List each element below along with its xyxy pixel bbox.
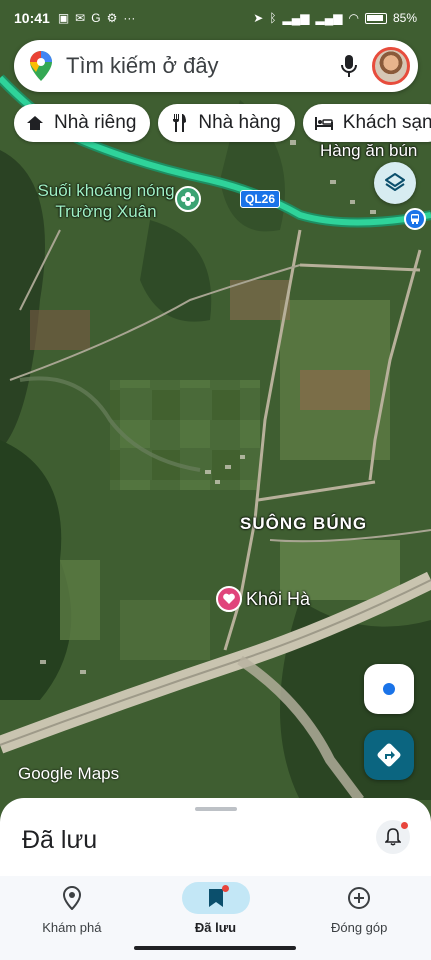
- layers-icon: [385, 173, 405, 191]
- nav-explore-label: Khám phá: [42, 920, 102, 935]
- notification-badge: [401, 822, 408, 829]
- hotel-icon: [313, 112, 335, 134]
- poi-label-suoi-khoang-line1: Suối khoáng nóng: [37, 181, 175, 200]
- system-gesture-bar[interactable]: [134, 946, 296, 950]
- chip-khach-san-label: Khách sạn: [342, 112, 431, 133]
- nav-contribute-label: Đóng góp: [330, 920, 388, 935]
- microphone-icon[interactable]: [332, 49, 366, 83]
- more-icon: ···: [123, 11, 136, 25]
- chip-nha-hang-label: Nhà hàng: [198, 112, 281, 133]
- saved-bottom-sheet[interactable]: Đã lưu: [0, 798, 431, 878]
- nav-contribute[interactable]: Đóng góp: [287, 876, 431, 960]
- nav-explore-icon-wrap: [38, 882, 106, 914]
- map-label-khoi-ha[interactable]: Khôi Hà: [246, 589, 310, 610]
- map-label-hang-an-bun[interactable]: Hàng ăn bún: [320, 141, 417, 161]
- bookmark-icon: [208, 889, 223, 907]
- mail-icon: ✉: [75, 11, 86, 25]
- battery-percent: 85%: [392, 11, 417, 25]
- flower-icon: [181, 192, 195, 206]
- chip-nha-hang[interactable]: Nhà hàng: [158, 104, 295, 142]
- wifi-icon: ◠: [348, 11, 359, 25]
- nav-contribute-icon-wrap: [325, 882, 393, 914]
- profile-avatar[interactable]: [372, 47, 410, 85]
- nav-explore[interactable]: Khám phá: [0, 876, 144, 960]
- my-location-icon: [381, 681, 397, 697]
- sheet-drag-handle[interactable]: [195, 807, 237, 811]
- battery-icon: [364, 12, 387, 24]
- status-notification-icons: ▣ ✉ G ⚙ ···: [58, 11, 136, 25]
- chip-nha-rieng-label: Nhà riêng: [54, 112, 137, 133]
- sheet-title: Đã lưu: [22, 826, 98, 854]
- saved-place-marker[interactable]: [216, 586, 242, 612]
- status-system-icons: ➤ ᛒ ▂▄▆ ▂▄▆ ◠ 85%: [253, 11, 417, 25]
- chip-nha-rieng[interactable]: Nhà riêng: [14, 104, 151, 142]
- map-label-suong-bung-text: SUÔNG BÚNG: [240, 514, 368, 533]
- nav-saved-icon-wrap: [181, 882, 250, 914]
- bus-icon: [411, 214, 419, 224]
- location-pin-icon: [62, 886, 81, 910]
- signal-2-icon: ▂▄▆: [315, 11, 343, 25]
- poi-label-suoi-khoang-line2: Trường Xuân: [55, 202, 157, 221]
- search-bar[interactable]: Tìm kiếm ở đây: [14, 40, 418, 92]
- search-input[interactable]: Tìm kiếm ở đây: [66, 53, 332, 79]
- restaurant-icon: [168, 112, 190, 134]
- nav-saved-badge: [221, 885, 229, 892]
- heart-icon: [223, 593, 235, 604]
- google-maps-logo-icon: [28, 51, 54, 81]
- poi-label-suoi-khoang[interactable]: Suối khoáng nóng Trường Xuân: [26, 180, 186, 222]
- google-icon: G: [91, 11, 101, 25]
- category-chips: Nhà riêng Nhà hàng Khách sạn: [14, 104, 431, 142]
- signal-icon: ▂▄▆: [282, 11, 310, 25]
- home-icon: [24, 112, 46, 134]
- road-shield-ql26: QL26: [240, 190, 281, 208]
- status-bar: 10:41 ▣ ✉ G ⚙ ··· ➤ ᛒ ▂▄▆ ▂▄▆ ◠ 85%: [0, 0, 431, 36]
- map-label-hang-an-bun-text: Hàng ăn bún: [320, 141, 418, 160]
- bluetooth-icon: ᛒ: [269, 11, 277, 25]
- add-circle-icon: [348, 887, 371, 909]
- bus-stop-marker[interactable]: [404, 208, 426, 230]
- google-maps-watermark-text: Google Maps: [18, 764, 120, 783]
- hot-spring-poi-marker[interactable]: [175, 186, 201, 212]
- google-maps-watermark: Google Maps: [18, 764, 119, 784]
- directions-button[interactable]: [364, 730, 414, 780]
- map-label-khoi-ha-text: Khôi Hà: [246, 589, 311, 609]
- location-status-icon: ➤: [253, 11, 264, 25]
- directions-icon: [377, 743, 401, 767]
- message-icon: ▣: [57, 11, 70, 25]
- chip-khach-san[interactable]: Khách sạn: [302, 104, 431, 142]
- my-location-button[interactable]: [364, 664, 414, 714]
- status-time: 10:41: [14, 10, 50, 26]
- bell-icon: [385, 828, 401, 846]
- road-shield-text: QL26: [245, 192, 276, 206]
- map-label-suong-bung[interactable]: SUÔNG BÚNG: [240, 514, 367, 534]
- nav-saved-label: Đã lưu: [194, 920, 237, 935]
- settings-icon: ⚙: [106, 11, 118, 25]
- notifications-button[interactable]: [376, 820, 410, 854]
- layers-button[interactable]: [374, 162, 416, 204]
